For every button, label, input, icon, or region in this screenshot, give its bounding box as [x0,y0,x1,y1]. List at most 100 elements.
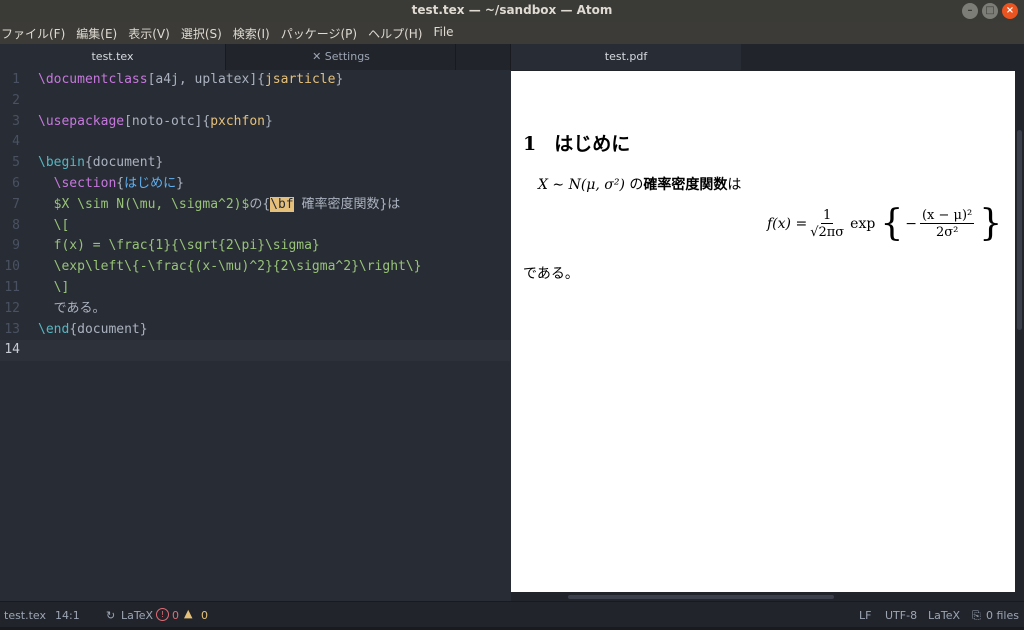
code-line[interactable]: \section{はじめに} [38,174,510,195]
code-line[interactable] [38,91,510,112]
code-token: \usepackage [38,113,125,129]
status-encoding[interactable]: UTF-8 [885,609,917,622]
line-number-gutter: 1 2 3 4 5 6 7 8 9 10 11 12 13 14 [0,70,28,361]
tab-empty-space [455,44,511,70]
eq-right-brace: } [979,203,1003,244]
eq-frac1-numerator: 1 [821,208,834,224]
preview-vertical-scrollbar[interactable] [1017,130,1022,330]
section-title: はじめに [554,133,631,155]
code-token: 確率密度関数}は [293,196,401,212]
code-token: はじめに [124,175,177,191]
code-line[interactable] [38,340,510,361]
eq-exp: exp [850,216,876,232]
refresh-icon[interactable]: ↻ [106,609,115,622]
eq-minus: − [905,216,917,232]
window-controls: – □ × [962,3,1018,19]
status-file-name[interactable]: test.tex [4,609,46,622]
code-token: f(x) = \frac{1}{\sqrt{2\pi}\sigma} [53,238,320,254]
inline-math: X ∼ N(μ, σ²) [538,177,625,193]
menu-help[interactable]: ヘルプ(H) [367,22,428,44]
line-number[interactable]: 14 [0,340,28,361]
code-line[interactable]: \] [38,278,510,299]
menu-packages[interactable]: パッケージ(P) [280,22,363,44]
code-token: である。 [38,300,106,316]
line-number[interactable]: 2 [0,91,28,112]
status-warning-count[interactable]: 0 [201,609,208,622]
tab-settings[interactable]: ✕ Settings [225,44,456,70]
code-editor[interactable]: 1 2 3 4 5 6 7 8 9 10 11 12 13 14 \documentclass[a4j, … [0,70,510,601]
warning-icon[interactable]: ▲ [184,607,192,620]
code-token: {document} [84,155,164,171]
error-icon[interactable]: ! [156,608,169,621]
code-token: \exp\left\{-\frac{(x-\mu)^2}{2\sigma^2}\… [53,259,422,275]
code-lines[interactable]: \documentclass[a4j, uplatex]{jsarticle} \… [38,70,510,361]
status-cursor-position[interactable]: 14:1 [55,609,80,622]
editor-tab-bar: test.tex ✕ Settings [0,44,510,70]
window-title: test.tex — ~/sandbox — Atom [411,3,613,17]
code-line[interactable]: \[ [38,216,510,237]
status-git-files[interactable]: 0 files [986,609,1019,622]
line-number[interactable]: 4 [0,132,28,153]
line-number[interactable]: 3 [0,112,28,133]
status-line-ending[interactable]: LF [859,609,871,622]
menu-file-extra[interactable]: File [432,22,459,44]
line-number[interactable]: 12 [0,299,28,320]
line-number[interactable]: 10 [0,257,28,278]
code-token: } [264,113,273,129]
close-icon[interactable]: × [1002,3,1018,19]
section-number: 1 [523,133,537,155]
code-line[interactable] [38,132,510,153]
code-token: \end [38,321,70,337]
line-number[interactable]: 11 [0,278,28,299]
line-number[interactable]: 5 [0,153,28,174]
status-bar: test.tex 14:1 ↻ LaTeX ! 0 ▲ 0 LF UTF-8 L… [0,601,1024,628]
code-token: \section [53,175,117,191]
code-line[interactable]: である。 [38,299,510,320]
tab-test-pdf[interactable]: test.pdf [511,44,741,70]
code-token: の{ [249,196,271,212]
code-token: \] [53,279,70,295]
menu-edit[interactable]: 編集(E) [75,22,123,44]
eq-fraction-1: 1 √2πσ [810,208,844,240]
code-token: } [335,72,344,87]
tab-label: Settings [324,50,370,63]
code-line[interactable]: \usepackage[noto-otc]{pxchfon} [38,112,510,133]
code-token: { [116,175,125,191]
paragraph-2: である。 [523,266,579,282]
tab-test-tex[interactable]: test.tex [0,44,225,70]
minimize-icon[interactable]: – [962,3,978,19]
menu-file[interactable]: ファイル(F) [0,22,71,44]
menu-find[interactable]: 検索(I) [232,22,276,44]
line-number[interactable]: 6 [0,174,28,195]
preview-horizontal-scrollbar[interactable] [568,595,834,599]
code-line[interactable]: \begin{document} [38,153,510,174]
menu-selection[interactable]: 選択(S) [180,22,228,44]
line-number[interactable]: 7 [0,195,28,216]
code-line[interactable]: \documentclass[a4j, uplatex]{jsarticle} [38,70,510,91]
line-number[interactable]: 1 [0,70,28,91]
status-error-count[interactable]: 0 [172,609,179,622]
code-line[interactable]: \exp\left\{-\frac{(x-\mu)^2}{2\sigma^2}\… [38,257,510,278]
menu-view[interactable]: 表示(V) [127,22,176,44]
code-line[interactable]: $X \sim N(\mu, \sigma^2)$の{\bf 確率密度関数}は [38,195,510,216]
code-line[interactable]: \end{document} [38,320,510,341]
paragraph-1: X ∼ N(μ, σ²) の確率密度関数は [538,174,741,194]
line-number[interactable]: 8 [0,216,28,237]
status-latex-tool[interactable]: LaTeX [121,609,153,622]
line-number[interactable]: 13 [0,320,28,341]
code-token: \bf [270,196,294,212]
text-no: の [624,177,644,193]
menu-bar: ファイル(F) 編集(E) 表示(V) 選択(S) 検索(I) パッケージ(P)… [0,22,1024,44]
section-heading: 1 はじめに [523,129,630,156]
git-file-icon[interactable]: ⎘ [972,609,981,623]
status-grammar[interactable]: LaTeX [928,609,960,622]
line-number[interactable]: 9 [0,236,28,257]
eq-frac1-denominator: √2πσ [810,225,845,240]
maximize-icon[interactable]: □ [982,3,998,19]
code-line[interactable]: f(x) = \frac{1}{\sqrt{2\pi}\sigma} [38,236,510,257]
code-token: $X \sim N(\mu, \sigma^2)$ [53,196,250,212]
code-token: {document} [69,321,148,337]
